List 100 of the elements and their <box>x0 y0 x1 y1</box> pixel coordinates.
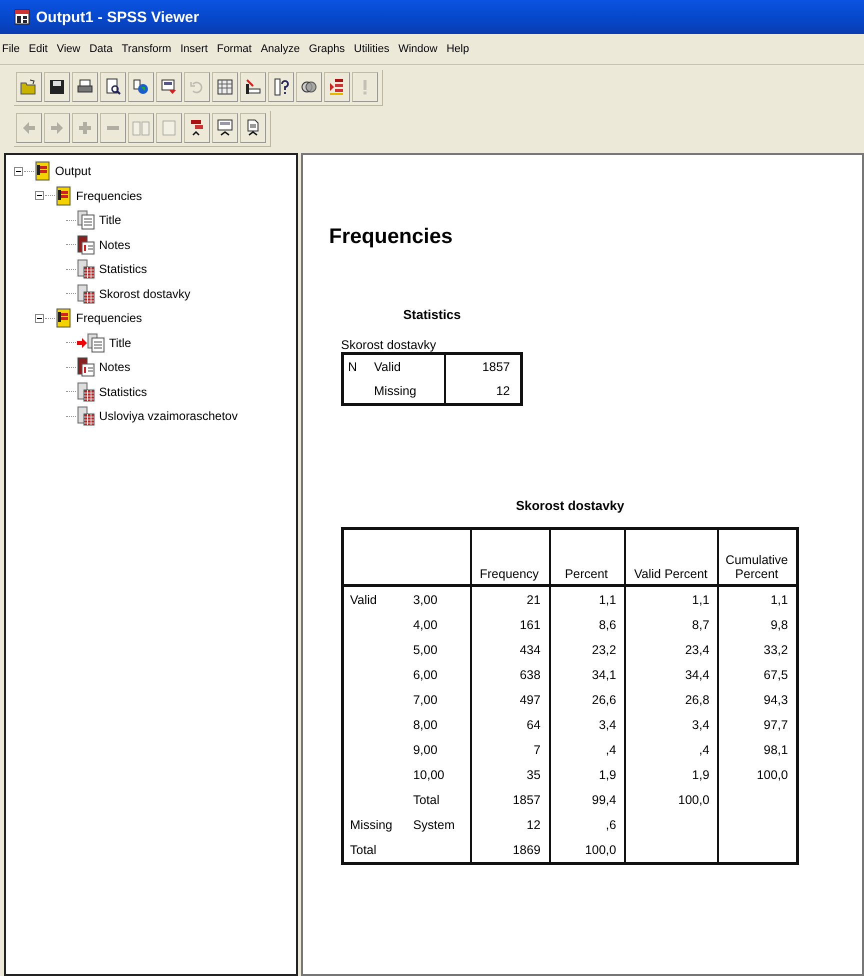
menu-item[interactable]: Insert <box>180 43 208 55</box>
table-cell: 99,4 <box>550 787 626 812</box>
toolbar-button[interactable] <box>156 72 182 102</box>
toolbar-button[interactable] <box>44 72 70 102</box>
table-cell: 35 <box>471 762 550 787</box>
collapse-toggle[interactable] <box>35 314 44 323</box>
menu-item[interactable]: Help <box>446 43 470 55</box>
table-cell: 97,7 <box>718 712 798 737</box>
table-cell: 9,8 <box>718 612 798 637</box>
outline-item[interactable]: Usloviya vzaimoraschetov <box>99 409 238 424</box>
column-header: Valid Percent <box>625 528 718 586</box>
table-cell: 638 <box>471 662 550 687</box>
table-cell: 34,4 <box>625 662 718 687</box>
document-icon <box>87 332 105 353</box>
outline-item[interactable]: Frequencies <box>76 311 142 326</box>
table-cell: ,4 <box>550 737 626 762</box>
column-header: Frequency <box>471 528 550 586</box>
outline-item[interactable]: Statistics <box>99 384 148 399</box>
table-cell: 98,1 <box>718 737 798 762</box>
table-icon <box>77 284 95 304</box>
variable-label: Skorost dostavky <box>341 338 438 352</box>
toolbar-button[interactable] <box>72 72 98 102</box>
table-cell: 8,7 <box>625 612 718 637</box>
minus-icon <box>107 126 119 130</box>
preview-icon <box>104 78 122 96</box>
save-icon <box>48 78 66 96</box>
outline-item[interactable]: Output <box>55 164 92 178</box>
table-icon <box>77 406 95 426</box>
menu-item[interactable]: View <box>56 43 80 55</box>
table-cell: Valid <box>370 354 445 379</box>
table-cell: 9,00 <box>407 737 472 762</box>
table-cell: 8,00 <box>407 712 472 737</box>
menu-item[interactable]: Graphs <box>308 43 345 55</box>
table-cell: 7,00 <box>407 687 472 712</box>
table-cell: Total <box>407 787 472 812</box>
toolbar-button[interactable] <box>100 72 126 102</box>
table-cell: 5,00 <box>407 637 472 662</box>
table-cell: System <box>407 812 472 837</box>
table-cell: 26,8 <box>625 687 718 712</box>
table-icon <box>77 382 95 402</box>
menu-item[interactable]: Format <box>216 43 252 55</box>
table-cell: Missing <box>370 379 445 404</box>
collapse-toggle[interactable] <box>14 166 23 176</box>
app-icon <box>14 9 30 25</box>
toolbar-button[interactable] <box>184 113 210 143</box>
table-cell: 3,4 <box>625 712 718 737</box>
toolbar-button[interactable] <box>268 72 294 102</box>
table-cell: 100,0 <box>625 787 718 812</box>
toolbar-button[interactable] <box>16 72 42 102</box>
table-cell: 67,5 <box>718 662 798 687</box>
column-header: Percent <box>550 528 626 586</box>
menu-item[interactable]: File <box>2 43 20 55</box>
table-cell: 1,9 <box>550 762 626 787</box>
table-cell: 7 <box>471 737 550 762</box>
page-icon <box>160 119 178 137</box>
menu-item[interactable]: Analyze <box>260 43 300 55</box>
toolbar-button[interactable] <box>240 113 266 143</box>
table-cell: 10,00 <box>407 762 472 787</box>
table-cell: 12 <box>471 812 550 837</box>
table-cell: 1857 <box>471 787 550 812</box>
toolbar-button[interactable] <box>212 113 238 143</box>
toolbar-button[interactable] <box>240 72 266 102</box>
outline-item[interactable]: Frequencies <box>76 188 142 203</box>
outline-item[interactable]: Notes <box>99 360 130 374</box>
menu-item[interactable]: Edit <box>28 43 48 55</box>
table-cell: 8,6 <box>550 612 626 637</box>
table-cell: 1869 <box>471 837 550 864</box>
toolbar-button[interactable] <box>212 72 238 102</box>
menu-item[interactable]: Transform <box>122 43 172 55</box>
output-heading: Frequencies <box>329 225 454 249</box>
table-cell: 1,1 <box>718 586 798 612</box>
notes-icon <box>77 357 95 378</box>
table-cell: 1,1 <box>550 586 626 612</box>
table-cell: 12 <box>445 379 522 404</box>
table-cell: 23,4 <box>625 637 718 662</box>
table-icon <box>77 259 95 280</box>
table-cell: 33,2 <box>718 637 798 662</box>
table-cell: 26,6 <box>550 687 626 712</box>
menu-item[interactable]: Data <box>89 43 113 55</box>
collapse-toggle[interactable] <box>35 191 44 200</box>
table-cell: 1857 <box>445 354 522 379</box>
table-cell: ,6 <box>550 812 626 837</box>
table-cell: 497 <box>471 687 550 712</box>
toolbar-button[interactable] <box>296 72 322 102</box>
menu-item[interactable]: Utilities <box>354 43 390 55</box>
outline-item[interactable]: Title <box>109 336 132 350</box>
outline-item[interactable]: Notes <box>99 238 130 252</box>
table-cell: 161 <box>471 612 550 637</box>
table-title: Skorost dostavky <box>514 498 626 513</box>
table-cell: 100,0 <box>550 837 626 864</box>
outline-item[interactable]: Statistics <box>99 262 148 276</box>
open-icon <box>20 78 38 96</box>
toolbar-button[interactable] <box>324 72 350 102</box>
toolbar-button[interactable] <box>128 72 154 102</box>
table-cell: 6,00 <box>407 662 472 687</box>
outline-item[interactable]: Title <box>99 213 122 228</box>
table-cell: 3,4 <box>550 712 626 737</box>
outline-item[interactable]: Skorost dostavky <box>99 286 190 301</box>
menu-item[interactable]: Window <box>398 43 438 55</box>
table-cell: 94,3 <box>718 687 798 712</box>
